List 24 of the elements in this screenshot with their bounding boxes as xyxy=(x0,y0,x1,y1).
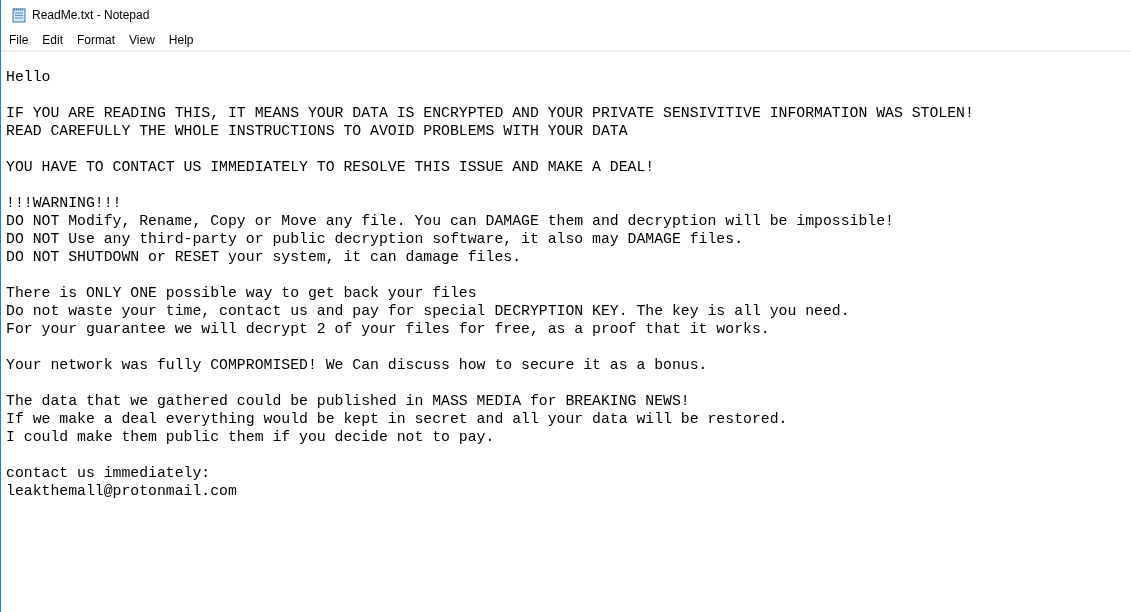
text-line: contact us immediately: xyxy=(6,464,211,482)
menu-item[interactable]: File xyxy=(2,31,36,49)
text-line: The data that we gathered could be published in MASS MEDIA for BREAKING NEWS! xyxy=(6,392,690,410)
text-line: IF YOU ARE READING THIS, IT MEANS YOUR DATA IS ENCRYPTED AND YOUR PRIVATE SENSIVITIVE INFORMATION WAS STOLEN! xyxy=(6,104,974,122)
text-line: DO NOT Use any third-party or public decryption software, it also may DAMAGE files. xyxy=(6,230,743,248)
text-line: Hello xyxy=(6,68,51,86)
text-line: !!!WARNING!!! xyxy=(6,194,122,212)
text-line: YOU HAVE TO CONTACT US IMMEDIATELY TO RESOLVE THIS ISSUE AND MAKE A DEAL! xyxy=(6,158,655,176)
text-line: Do not waste your time, contact us and pay for special DECRYPTION KEY. The key is all you need. xyxy=(6,302,850,320)
text-line: DO NOT SHUTDOWN or RESET your system, it can damage files. xyxy=(6,248,521,266)
menu-item[interactable]: Help xyxy=(161,31,201,49)
text-line: I could make them public them if you decide not to pay. xyxy=(6,428,495,446)
text-line: For your guarantee we will decrypt 2 of your files for free, as a proof that it works. xyxy=(6,320,770,338)
window-title: ReadMe.txt - Notepad xyxy=(32,7,150,24)
text-line: There is ONLY ONE possible way to get back your files xyxy=(6,284,477,302)
text-line: READ CAREFULLY THE WHOLE INSTRUCTIONS TO AVOID PROBLEMS WITH YOUR DATA xyxy=(6,122,628,140)
notepad-icon xyxy=(11,7,27,23)
text-line: leakthemall@protonmail.com xyxy=(6,482,237,500)
text-line: Your network was fully COMPROMISED! We Can discuss how to secure it as a bonus. xyxy=(6,356,708,374)
text-line: DO NOT Modify, Rename, Copy or Move any file. You can DAMAGE them and decryption will be impossible! xyxy=(6,212,894,230)
text-line: If we make a deal everything would be kept in secret and all your data will be restored. xyxy=(6,410,788,428)
menu-item[interactable]: View xyxy=(122,31,162,49)
menu-item[interactable]: Edit xyxy=(35,31,71,49)
menu-item[interactable]: Format xyxy=(70,31,123,49)
